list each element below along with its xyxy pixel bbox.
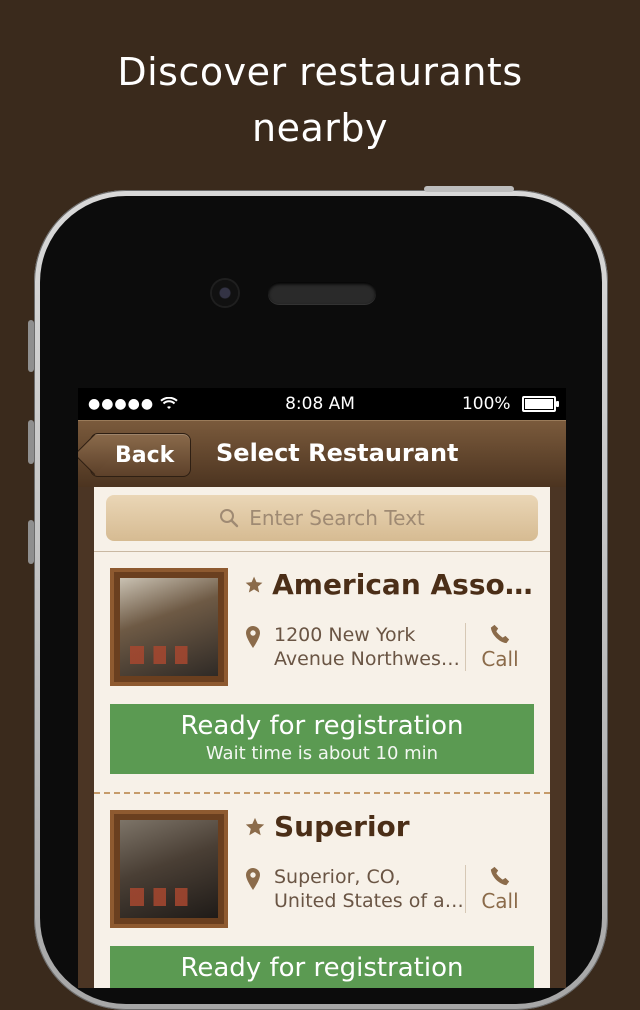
restaurant-name: American Associ… bbox=[272, 568, 534, 601]
wait-time: Wait time is about 10 min bbox=[205, 743, 439, 764]
search-area: Enter Search Text bbox=[94, 487, 550, 552]
front-camera bbox=[212, 280, 238, 306]
restaurant-list: Enter Search Text American Associ… 1200 … bbox=[94, 487, 550, 988]
address-line-2: Avenue Northwes… bbox=[274, 648, 460, 670]
registration-status[interactable]: Ready for registration bbox=[110, 946, 534, 988]
star-icon[interactable] bbox=[244, 816, 266, 838]
status-title: Ready for registration bbox=[180, 953, 464, 983]
star-icon[interactable] bbox=[244, 574, 264, 596]
search-input[interactable]: Enter Search Text bbox=[106, 495, 538, 541]
battery-percent: 100% bbox=[461, 394, 511, 414]
call-label: Call bbox=[481, 647, 519, 671]
address-line-1: Superior, CO, bbox=[274, 866, 401, 888]
address-line-2: United States of a… bbox=[274, 890, 464, 912]
battery-status: 100% bbox=[461, 394, 559, 414]
headline-line-1: Discover restaurants bbox=[117, 50, 523, 94]
back-button-label: Back bbox=[115, 442, 175, 468]
phone-screen: ●●●●● 8:08 AM 100% Back Select Restauran… bbox=[78, 388, 566, 988]
address-line-1: 1200 New York bbox=[274, 624, 416, 646]
call-button[interactable]: Call bbox=[465, 865, 534, 913]
wifi-icon bbox=[160, 397, 178, 409]
nav-title: Select Restaurant bbox=[216, 439, 459, 467]
list-item[interactable]: American Associ… 1200 New York Avenue No… bbox=[94, 552, 550, 794]
status-title: Ready for registration bbox=[180, 711, 464, 741]
call-label: Call bbox=[481, 889, 519, 913]
navigation-bar: Back Select Restaurant bbox=[78, 420, 566, 487]
battery-icon bbox=[522, 396, 559, 412]
back-button[interactable]: Back bbox=[90, 433, 192, 477]
volume-up-button bbox=[28, 420, 34, 464]
headline: Discover restaurants nearby bbox=[0, 44, 640, 156]
status-bar: ●●●●● 8:08 AM 100% bbox=[78, 388, 566, 420]
status-time: 8:08 AM bbox=[285, 394, 355, 414]
search-icon bbox=[220, 509, 239, 528]
location-pin-icon bbox=[246, 868, 260, 890]
earpiece-speaker bbox=[268, 282, 376, 304]
restaurant-name: Superior bbox=[274, 810, 410, 843]
registration-status[interactable]: Ready for registration Wait time is abou… bbox=[110, 704, 534, 774]
location-pin-icon bbox=[246, 626, 260, 648]
restaurant-photo bbox=[110, 810, 228, 928]
phone-icon bbox=[490, 866, 510, 886]
restaurant-photo bbox=[110, 568, 228, 686]
restaurant-address: Superior, CO, United States of a… bbox=[262, 865, 465, 913]
call-button[interactable]: Call bbox=[465, 623, 534, 671]
signal-strength: ●●●●● bbox=[88, 396, 155, 412]
mute-switch bbox=[28, 320, 34, 372]
restaurant-address: 1200 New York Avenue Northwes… bbox=[262, 623, 465, 671]
list-item[interactable]: Superior Superior, CO, United States of … bbox=[94, 794, 550, 988]
phone-icon bbox=[490, 624, 510, 644]
headline-line-2: nearby bbox=[252, 106, 388, 150]
search-placeholder: Enter Search Text bbox=[249, 506, 425, 530]
power-button bbox=[424, 186, 514, 192]
volume-down-button bbox=[28, 520, 34, 564]
